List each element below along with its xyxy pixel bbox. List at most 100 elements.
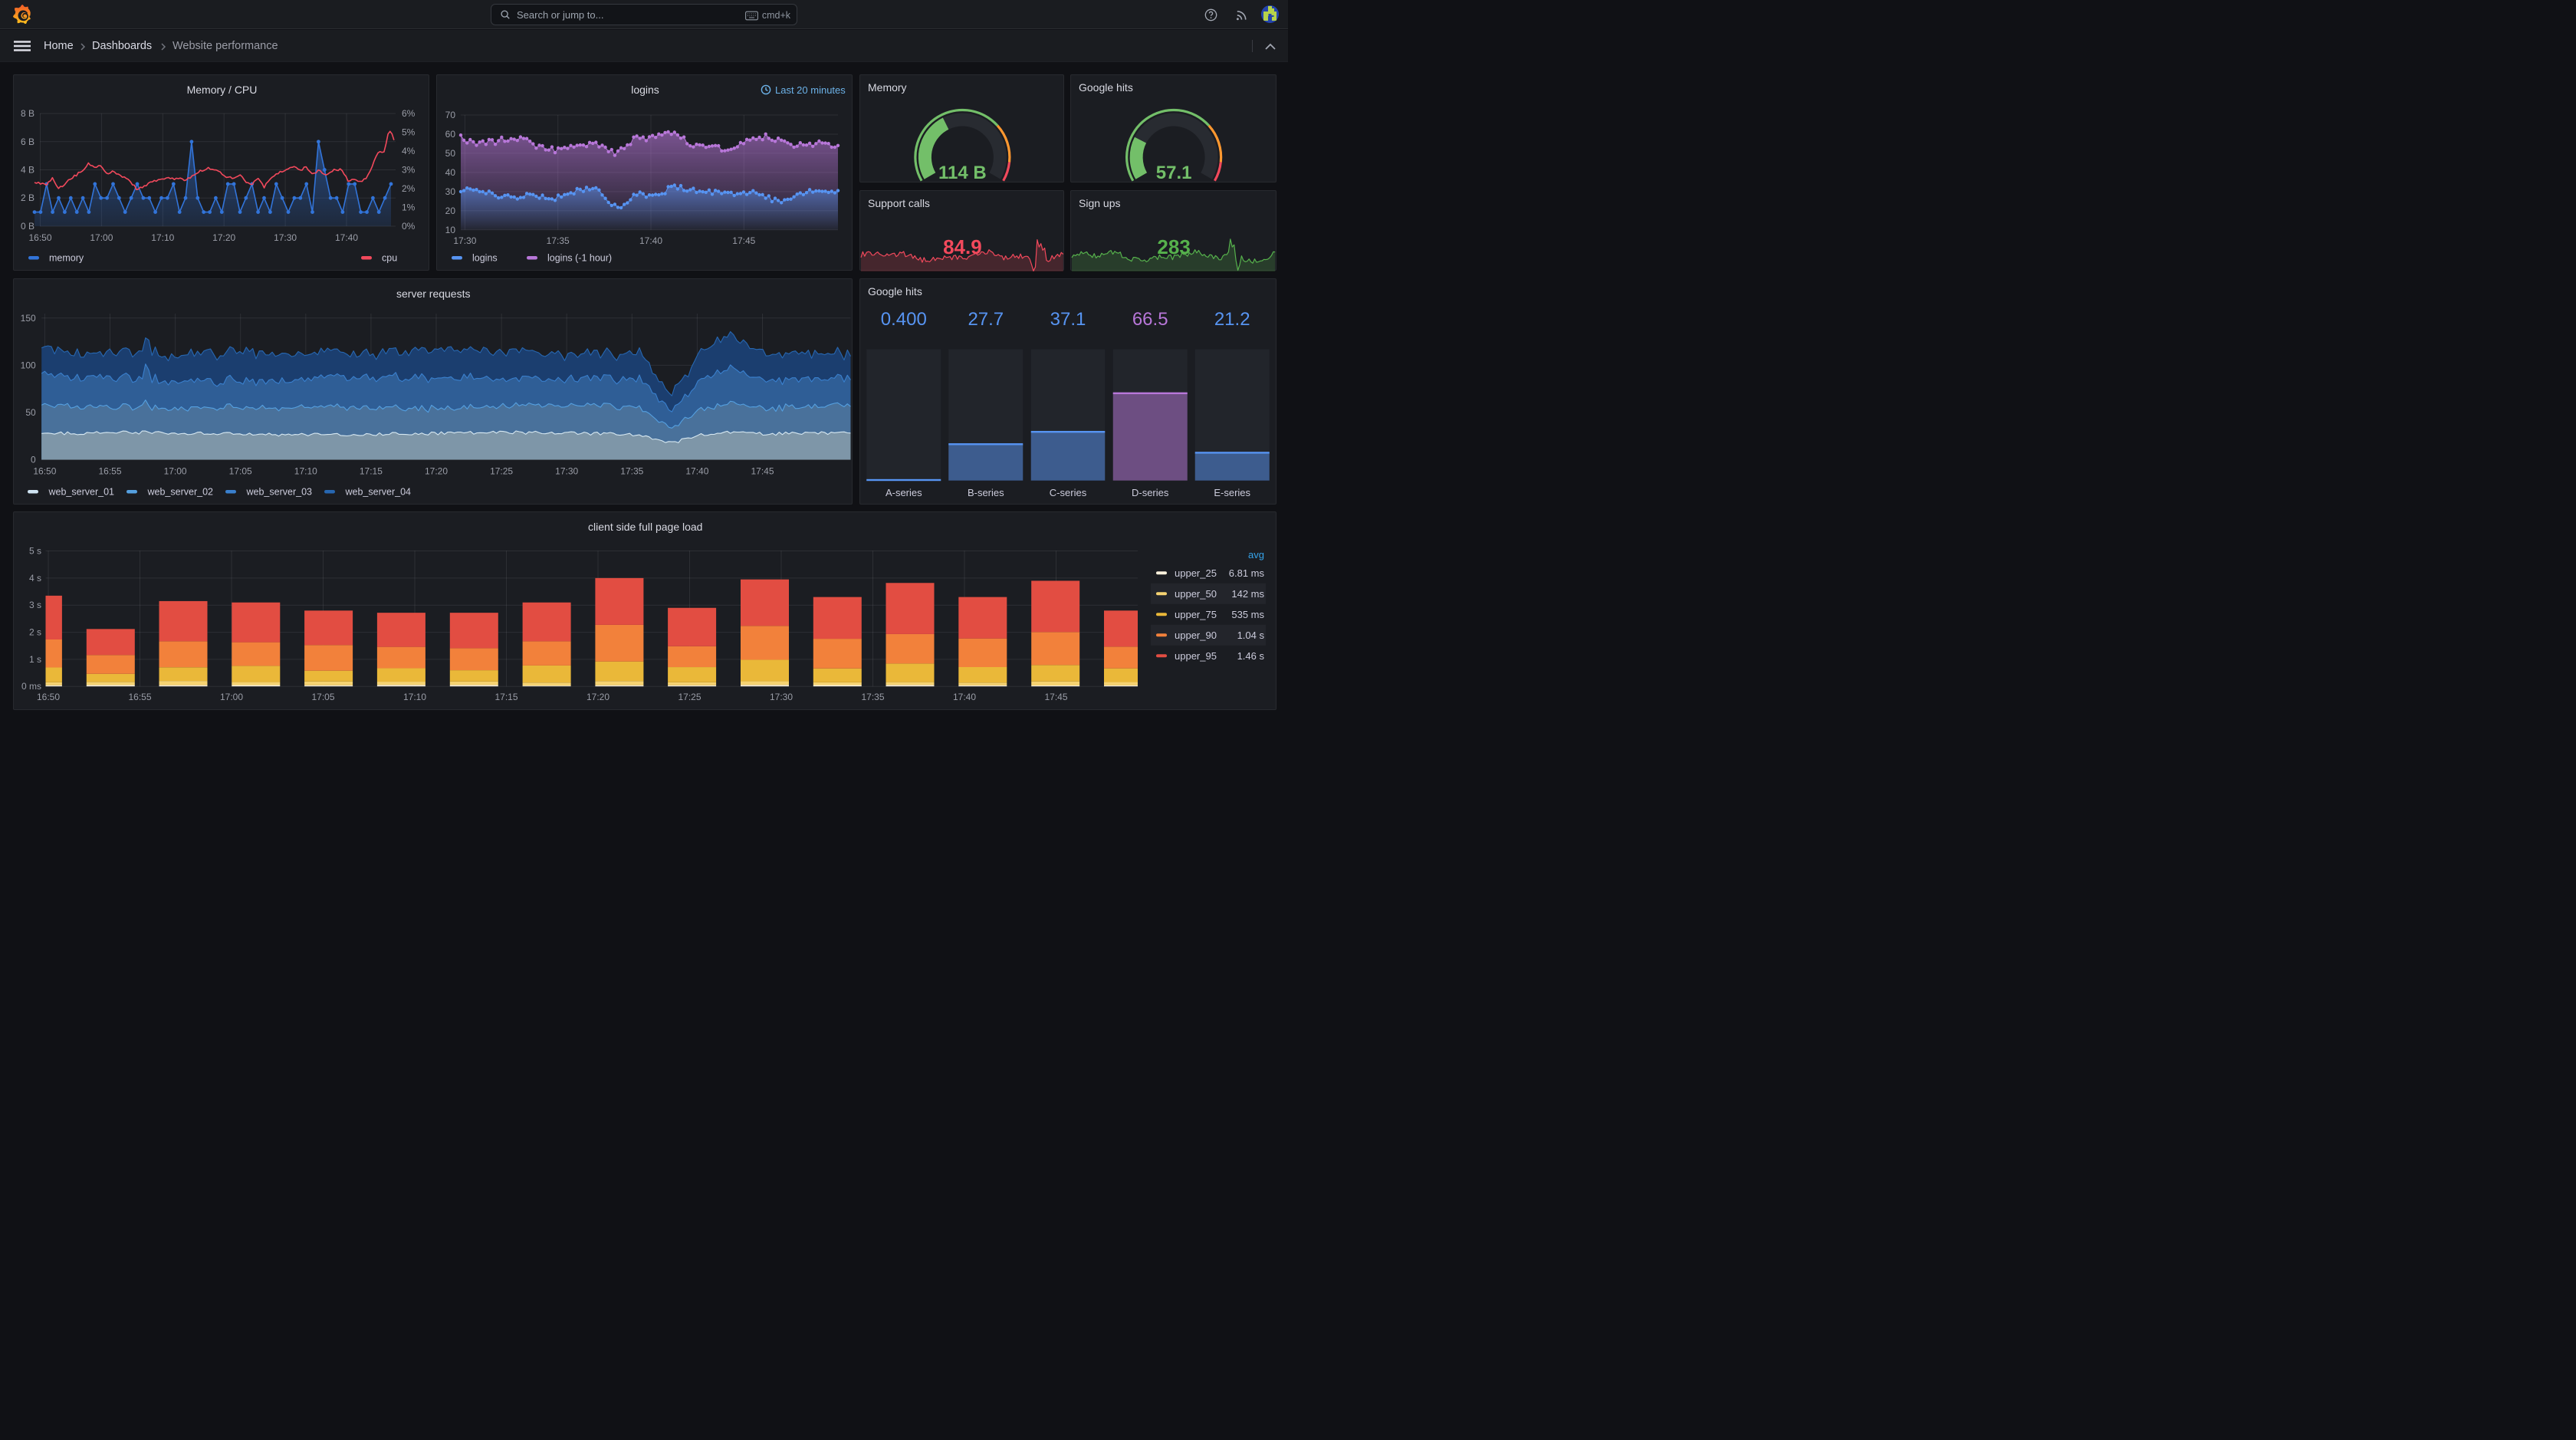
- svg-text:upper_90: upper_90: [1175, 630, 1217, 641]
- svg-text:17:05: 17:05: [311, 692, 334, 702]
- svg-text:2 B: 2 B: [21, 192, 34, 203]
- svg-text:17:10: 17:10: [403, 692, 426, 702]
- svg-text:4 B: 4 B: [21, 164, 34, 175]
- svg-text:1.04 s: 1.04 s: [1237, 630, 1265, 641]
- svg-text:1%: 1%: [402, 202, 416, 212]
- svg-text:17:20: 17:20: [586, 692, 610, 702]
- svg-text:57.1: 57.1: [1156, 163, 1192, 183]
- svg-text:logins: logins: [472, 252, 498, 263]
- svg-text:150: 150: [21, 312, 36, 323]
- svg-text:4 s: 4 s: [29, 573, 41, 584]
- svg-text:17:25: 17:25: [490, 465, 513, 476]
- svg-text:upper_95: upper_95: [1175, 650, 1217, 662]
- svg-text:logins: logins: [631, 84, 659, 96]
- svg-text:70: 70: [445, 110, 455, 120]
- svg-text:2%: 2%: [402, 183, 416, 194]
- svg-text:0 B: 0 B: [21, 221, 34, 232]
- svg-text:5%: 5%: [402, 127, 416, 137]
- svg-text:web_server_02: web_server_02: [147, 486, 214, 497]
- svg-text:17:20: 17:20: [212, 232, 235, 243]
- svg-text:17:30: 17:30: [274, 232, 297, 243]
- svg-text:40: 40: [445, 166, 455, 177]
- svg-text:16:50: 16:50: [37, 692, 60, 702]
- svg-text:web_server_01: web_server_01: [48, 486, 115, 497]
- svg-text:17:40: 17:40: [639, 235, 662, 246]
- svg-text:6.81 ms: 6.81 ms: [1229, 567, 1265, 579]
- svg-text:50: 50: [25, 406, 36, 417]
- svg-text:17:45: 17:45: [751, 465, 774, 476]
- svg-text:535 ms: 535 ms: [1231, 609, 1264, 620]
- svg-text:16:50: 16:50: [33, 465, 56, 476]
- svg-text:Memory: Memory: [868, 81, 907, 94]
- svg-text:client side full page load: client side full page load: [588, 521, 702, 533]
- svg-text:21.2: 21.2: [1214, 309, 1250, 330]
- svg-text:Sign ups: Sign ups: [1079, 197, 1120, 209]
- svg-text:17:35: 17:35: [620, 465, 643, 476]
- svg-text:1.46 s: 1.46 s: [1237, 650, 1265, 662]
- svg-text:Last 20 minutes: Last 20 minutes: [775, 84, 846, 96]
- svg-text:100: 100: [21, 360, 36, 370]
- svg-text:142 ms: 142 ms: [1231, 588, 1264, 600]
- svg-text:20: 20: [445, 205, 455, 215]
- svg-text:3 s: 3 s: [29, 600, 41, 610]
- svg-text:upper_75: upper_75: [1175, 609, 1217, 620]
- svg-text:Support calls: Support calls: [868, 197, 930, 209]
- svg-text:0%: 0%: [402, 221, 416, 232]
- svg-text:66.5: 66.5: [1132, 309, 1168, 330]
- svg-text:C-series: C-series: [1050, 487, 1087, 498]
- svg-text:upper_50: upper_50: [1175, 588, 1217, 600]
- svg-text:6%: 6%: [402, 108, 416, 119]
- svg-text:17:15: 17:15: [495, 692, 518, 702]
- svg-text:web_server_04: web_server_04: [345, 486, 412, 497]
- svg-text:17:35: 17:35: [546, 235, 569, 246]
- svg-text:17:05: 17:05: [229, 465, 252, 476]
- svg-text:17:00: 17:00: [90, 232, 113, 243]
- svg-text:84.9: 84.9: [943, 235, 982, 258]
- svg-text:A-series: A-series: [886, 487, 922, 498]
- svg-text:17:00: 17:00: [164, 465, 187, 476]
- svg-text:17:40: 17:40: [335, 232, 358, 243]
- svg-text:16:55: 16:55: [98, 465, 121, 476]
- svg-text:3%: 3%: [402, 164, 416, 175]
- svg-text:6 B: 6 B: [21, 136, 34, 146]
- svg-text:17:30: 17:30: [453, 235, 476, 246]
- svg-text:8 B: 8 B: [21, 108, 34, 119]
- svg-text:memory: memory: [49, 252, 84, 263]
- svg-text:4%: 4%: [402, 146, 416, 156]
- svg-text:2 s: 2 s: [29, 626, 41, 637]
- svg-text:0: 0: [31, 454, 36, 465]
- svg-text:Memory / CPU: Memory / CPU: [187, 84, 258, 96]
- svg-text:17:45: 17:45: [732, 235, 755, 246]
- svg-text:283: 283: [1158, 235, 1191, 258]
- svg-text:logins (-1 hour): logins (-1 hour): [547, 252, 612, 263]
- svg-text:1 s: 1 s: [29, 654, 41, 665]
- svg-text:30: 30: [445, 186, 455, 196]
- svg-text:0.400: 0.400: [881, 309, 927, 330]
- svg-text:avg: avg: [1248, 549, 1264, 561]
- svg-text:17:20: 17:20: [425, 465, 448, 476]
- svg-text:16:50: 16:50: [28, 232, 51, 243]
- svg-text:5 s: 5 s: [29, 545, 41, 556]
- svg-text:17:15: 17:15: [360, 465, 383, 476]
- svg-text:17:35: 17:35: [861, 692, 884, 702]
- svg-text:17:10: 17:10: [294, 465, 317, 476]
- svg-text:10: 10: [445, 224, 455, 235]
- svg-text:50: 50: [445, 147, 455, 158]
- svg-text:Google hits: Google hits: [868, 285, 922, 298]
- svg-text:17:40: 17:40: [685, 465, 708, 476]
- svg-text:16:55: 16:55: [128, 692, 151, 702]
- svg-text:upper_25: upper_25: [1175, 567, 1217, 579]
- svg-text:60: 60: [445, 129, 455, 140]
- svg-text:17:00: 17:00: [220, 692, 243, 702]
- svg-text:cpu: cpu: [382, 252, 397, 263]
- svg-text:17:40: 17:40: [953, 692, 976, 702]
- svg-text:E-series: E-series: [1214, 487, 1250, 498]
- svg-text:17:30: 17:30: [555, 465, 578, 476]
- svg-text:web_server_03: web_server_03: [246, 486, 313, 497]
- svg-text:17:45: 17:45: [1044, 692, 1067, 702]
- svg-text:17:10: 17:10: [151, 232, 174, 243]
- svg-text:114 B: 114 B: [938, 163, 987, 183]
- svg-text:server requests: server requests: [396, 288, 470, 300]
- svg-text:D-series: D-series: [1132, 487, 1169, 498]
- svg-text:37.1: 37.1: [1050, 309, 1086, 330]
